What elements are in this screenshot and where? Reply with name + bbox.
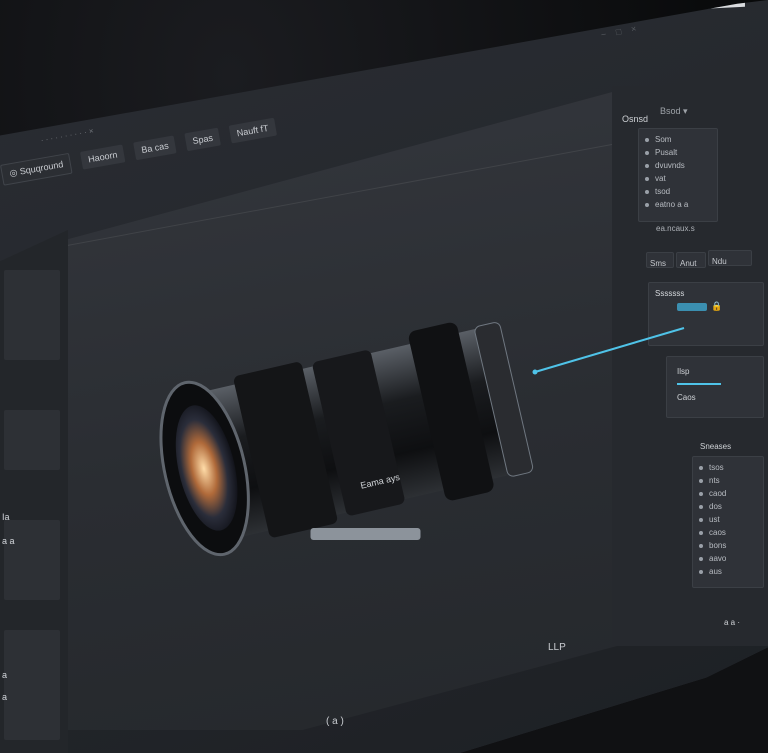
tripod-foot — [310, 527, 421, 540]
camera-lens-model[interactable]: Eama ays — [140, 300, 560, 580]
